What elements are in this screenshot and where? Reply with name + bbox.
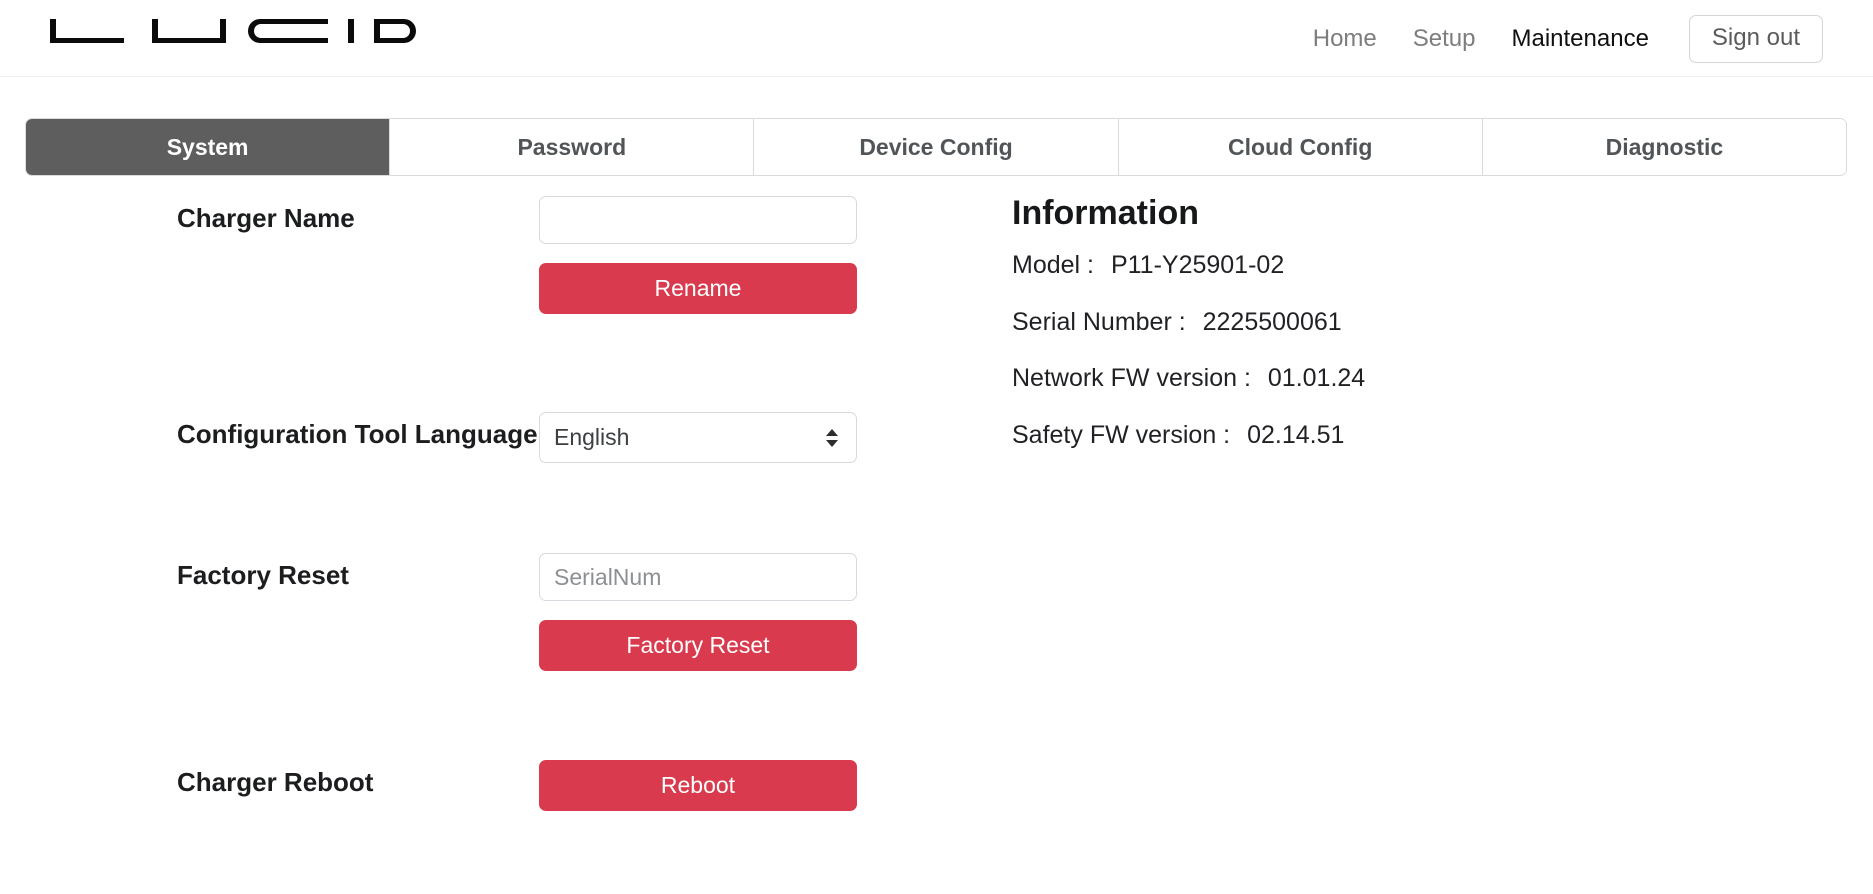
nav-item-home[interactable]: Home [1295, 26, 1395, 51]
charger-name-input[interactable] [539, 196, 857, 244]
language-label: Configuration Tool Language [177, 419, 538, 449]
system-tab-panel: Charger Name Rename Configuration Tool L… [0, 196, 1873, 894]
info-label-safety-fw: Safety FW version : [1012, 420, 1231, 449]
charger-reboot-row: Charger Reboot Reboot [177, 760, 857, 811]
information-title: Information [1012, 194, 1199, 232]
language-select[interactable]: English [539, 412, 857, 463]
factory-reset-button[interactable]: Factory Reset [539, 620, 857, 671]
tab-diagnostic[interactable]: Diagnostic [1481, 119, 1846, 175]
charger-reboot-label: Charger Reboot [177, 767, 374, 797]
language-row: Configuration Tool Language English [177, 412, 857, 463]
info-label-model: Model : [1012, 251, 1094, 279]
information-panel: Information Model : P11-Y25901-02 Serial… [1012, 196, 1752, 449]
maintenance-tab-bar: System Password Device Config Cloud Conf… [25, 118, 1847, 176]
charger-name-controls: Rename [539, 196, 857, 314]
main-nav: Home Setup Maintenance Sign out [1295, 0, 1873, 77]
tab-cloud-config[interactable]: Cloud Config [1117, 119, 1482, 175]
info-row-model: Model : P11-Y25901-02 [1012, 251, 1752, 280]
language-select-wrap: English [539, 412, 857, 463]
nav-item-maintenance[interactable]: Maintenance [1493, 26, 1666, 51]
info-value-network-fw: 01.01.24 [1267, 364, 1366, 392]
page-header: Home Setup Maintenance Sign out [0, 0, 1873, 77]
factory-reset-label: Factory Reset [177, 560, 349, 590]
nav-item-setup[interactable]: Setup [1395, 26, 1494, 51]
language-controls: English [539, 412, 857, 463]
factory-reset-row: Factory Reset Factory Reset [177, 553, 857, 671]
tab-device-config[interactable]: Device Config [753, 119, 1118, 175]
info-row-network-fw: Network FW version : 01.01.24 [1012, 364, 1752, 393]
info-label-network-fw: Network FW version : [1012, 364, 1251, 392]
sign-out-button[interactable]: Sign out [1688, 14, 1823, 63]
reboot-button[interactable]: Reboot [539, 760, 857, 811]
tab-password[interactable]: Password [389, 119, 754, 175]
info-row-safety-fw: Safety FW version : 02.14.51 [1012, 420, 1752, 450]
factory-reset-controls: Factory Reset [539, 553, 857, 671]
rename-button[interactable]: Rename [539, 263, 857, 314]
info-row-serial-number: Serial Number : 2225500061 [1012, 307, 1752, 337]
info-value-serial-number: 2225500061 [1202, 307, 1342, 336]
info-value-model: P11-Y25901-02 [1110, 251, 1285, 279]
info-label-serial-number: Serial Number : [1012, 307, 1186, 336]
system-settings-form: Charger Name Rename Configuration Tool L… [177, 196, 857, 811]
info-value-safety-fw: 02.14.51 [1247, 420, 1345, 449]
charger-name-row: Charger Name Rename [177, 196, 857, 314]
charger-name-label: Charger Name [177, 203, 355, 233]
factory-reset-serial-input[interactable] [539, 553, 857, 601]
charger-reboot-controls: Reboot [539, 760, 857, 811]
lucid-logo [48, 17, 418, 47]
tab-system[interactable]: System [26, 119, 390, 175]
